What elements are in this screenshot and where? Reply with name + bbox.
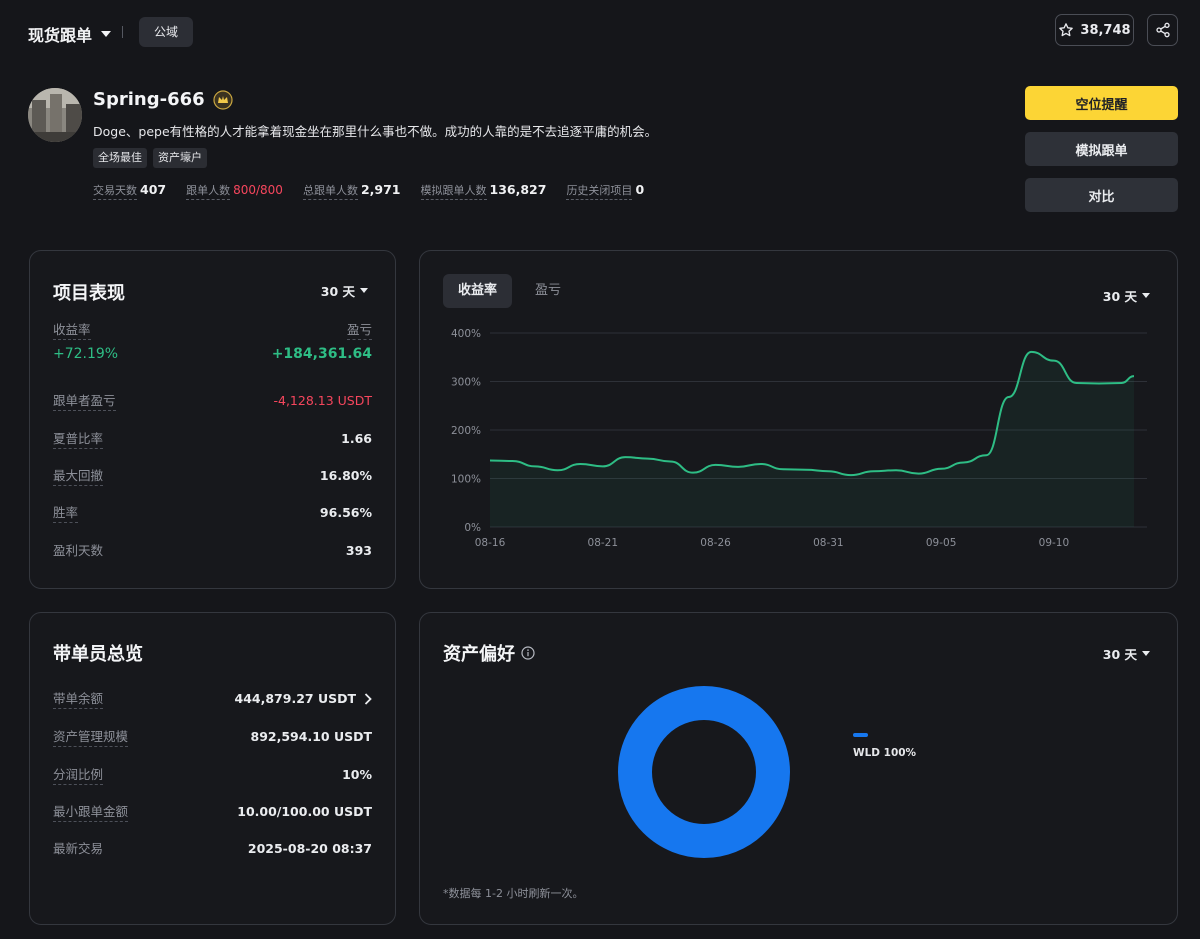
asset-donut-chart — [618, 686, 790, 858]
x-tick-label: 09-05 — [926, 537, 957, 549]
roi-pnl-values: +72.19% +184,361.64 — [53, 346, 372, 362]
leader-row: 带单余额 444,879.27 USDT — [53, 688, 372, 709]
performance-period-dropdown[interactable]: 30 天 — [321, 281, 368, 300]
metric-row: 最大回撤 16.80% — [53, 465, 372, 486]
domain-tab[interactable]: 公域 — [139, 17, 194, 47]
badge: 全场最佳 — [93, 148, 147, 168]
chevron-down-icon — [360, 288, 368, 293]
favorite-button[interactable]: 38,748 — [1055, 14, 1134, 46]
x-tick-label: 08-16 — [475, 537, 506, 549]
trader-name: Spring-666 — [93, 89, 205, 110]
leader-overview-card: 带单员总览 带单余额 444,879.27 USDT 资产管理规模 892,594… — [29, 612, 396, 925]
divider — [122, 26, 123, 38]
x-tick-label: 08-21 — [588, 537, 619, 549]
trader-stats: 交易天数 407 跟单人数 800/800 总跟单人数 2,971 模拟跟单人数 136… — [93, 182, 664, 200]
mode-dropdown[interactable]: 现货跟单 — [28, 22, 112, 46]
legend-label: WLD 100% — [853, 747, 917, 759]
avatar — [28, 88, 82, 142]
metric-row: 盈利天数 393 — [53, 542, 372, 559]
share-icon — [1155, 22, 1170, 38]
x-tick-label: 08-26 — [700, 537, 731, 549]
top-bar: 现货跟单 公域 38,748 — [0, 0, 1200, 64]
roi-area — [490, 351, 1134, 527]
trader-header: Spring-666 — [93, 89, 233, 110]
pnl-value: +184,361.64 — [271, 346, 372, 362]
chevron-right-icon — [364, 692, 372, 705]
mode-label: 现货跟单 — [28, 26, 93, 45]
slot-alert-button[interactable]: 空位提醒 — [1025, 86, 1178, 120]
y-tick-label: 100% — [451, 474, 481, 486]
mock-copy-button[interactable]: 模拟跟单 — [1025, 132, 1178, 166]
stat-copiers: 跟单人数 800/800 — [186, 182, 283, 200]
roi-chart: 0% 100% 200% 300% 400% 08-16 08-21 08-26 08-31 09… — [451, 328, 1147, 549]
leader-row: 资产管理规模 892,594.10 USDT — [53, 726, 372, 747]
performance-title: 项目表现 — [53, 283, 125, 304]
stat-total-copiers: 总跟单人数 2,971 — [302, 182, 401, 200]
stat-mock-copiers: 模拟跟单人数 136,827 — [420, 182, 546, 200]
legend-swatch — [853, 733, 868, 737]
y-tick-label: 0% — [464, 522, 481, 534]
leader-row: 最新交易 2025-08-20 08:37 — [53, 840, 372, 857]
roi-value: +72.19% — [53, 346, 119, 362]
donut-slice-wld — [618, 686, 790, 858]
x-tick-label: 08-31 — [813, 537, 844, 549]
leader-overview-title: 带单员总览 — [53, 644, 143, 665]
y-tick-label: 200% — [451, 425, 481, 437]
y-tick-label: 400% — [451, 328, 481, 340]
star-icon — [1059, 23, 1074, 37]
balance-link[interactable]: 444,879.27 USDT — [235, 691, 372, 706]
crown-badge-icon — [213, 89, 233, 110]
compare-button[interactable]: 对比 — [1025, 178, 1178, 212]
stat-trading-days: 交易天数 407 — [93, 182, 166, 200]
y-tick-label: 300% — [451, 377, 481, 389]
x-tick-label: 09-10 — [1039, 537, 1070, 549]
badge: 资产壕户 — [153, 148, 207, 168]
chevron-down-icon — [101, 31, 112, 37]
leader-row: 分润比例 10% — [53, 764, 372, 785]
refresh-footnote: *数据每 1-2 小时刷新一次。 — [443, 887, 584, 900]
badge-list: 全场最佳 资产壕户 — [93, 148, 207, 168]
metric-row: 跟单者盈亏 -4,128.13 USDT — [53, 390, 372, 411]
metric-row: 夏普比率 1.66 — [53, 428, 372, 449]
asset-preference-card: 资产偏好 30 天 WLD 100% *数据每 1-2 小时刷新一次。 — [419, 612, 1178, 925]
donut-legend: WLD 100% — [853, 733, 916, 759]
trader-bio: Doge、pepe有性格的人才能拿着现金坐在那里什么事也不做。成功的人靠的是不去… — [93, 124, 658, 139]
roi-chart-card: 收益率 盈亏 30 天 0% 100% 200% 300% 400% 08-16 08-21… — [419, 250, 1178, 589]
leader-row: 最小跟单金额 10.00/100.00 USDT — [53, 801, 372, 822]
stat-closed-projects: 历史关闭项目 0 — [566, 182, 644, 200]
favorite-count: 38,748 — [1080, 22, 1131, 38]
roi-pnl-labels: 收益率 盈亏 — [53, 319, 372, 340]
share-button[interactable] — [1147, 14, 1178, 46]
performance-card: 项目表现 30 天 收益率 盈亏 +72.19% +184,361.64 跟单者… — [29, 250, 396, 589]
metric-row: 胜率 96.56% — [53, 502, 372, 523]
